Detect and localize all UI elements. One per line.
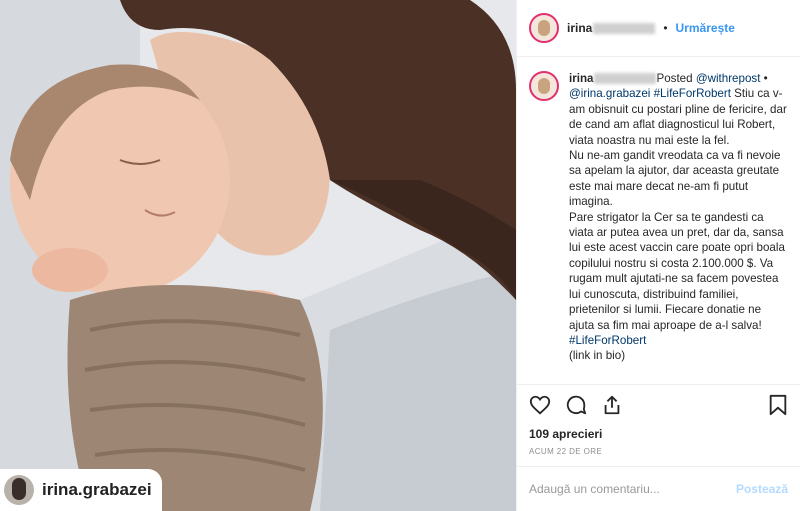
comment-icon[interactable] [565, 394, 587, 416]
caption: irina Posted @withrepost • @irina.grabaze… [569, 71, 788, 384]
post-timestamp[interactable]: ACUM 22 DE ORE [517, 443, 800, 466]
author-username-text: irina [567, 21, 593, 35]
post-photo[interactable]: irina.grabazei [0, 0, 516, 511]
hashtag-lifeforrobert[interactable]: #LifeForRobert [654, 87, 731, 100]
caption-redacted-username [594, 73, 657, 85]
like-count[interactable]: 109 aprecieri [517, 425, 800, 443]
caption-text-2: • [760, 72, 768, 85]
bookmark-icon[interactable] [768, 394, 788, 416]
caption-text-1: Posted [656, 72, 696, 85]
author-username[interactable]: irina [567, 21, 656, 35]
mention-irina[interactable]: @irina.grabazei [569, 87, 650, 100]
post-comment-button[interactable]: Postează [736, 482, 788, 496]
credit-avatar [4, 475, 34, 505]
heart-icon[interactable] [529, 394, 551, 416]
caption-username-text: irina [569, 72, 594, 85]
comment-input[interactable]: Adaugă un comentariu... [529, 482, 660, 496]
redacted-username [593, 23, 656, 35]
credit-username: irina.grabazei [42, 480, 152, 499]
hashtag-lifeforrobert-2[interactable]: #LifeForRobert [569, 334, 646, 347]
follow-button[interactable]: Urmărește [676, 21, 735, 35]
photo-illustration [0, 0, 516, 511]
comment-box: Adaugă un comentariu... Postează [517, 466, 800, 511]
action-bar [517, 384, 800, 425]
post-sidebar: irina • Urmărește irina Posted @withrepos… [516, 0, 800, 511]
author-avatar[interactable] [529, 13, 559, 43]
mention-withrepost[interactable]: @withrepost [696, 72, 761, 85]
post-header: irina • Urmărește [517, 0, 800, 57]
header-separator: • [663, 21, 668, 35]
caption-para-3: Pare strigator la Cer sa te gandesti ca … [569, 210, 785, 332]
caption-para-4: (link in bio) [569, 349, 626, 363]
post-container: irina.grabazei irina • Urmărește irina Po… [0, 0, 800, 511]
share-icon[interactable] [601, 394, 623, 416]
caption-username[interactable]: irina [569, 72, 657, 85]
caption-para-2: Nu ne-am gandit vreodata ca va fi nevoie… [569, 149, 781, 209]
photo-credit: irina.grabazei [0, 469, 162, 511]
caption-avatar[interactable] [529, 71, 559, 101]
comments-area: irina Posted @withrepost • @irina.grabaze… [517, 57, 800, 384]
